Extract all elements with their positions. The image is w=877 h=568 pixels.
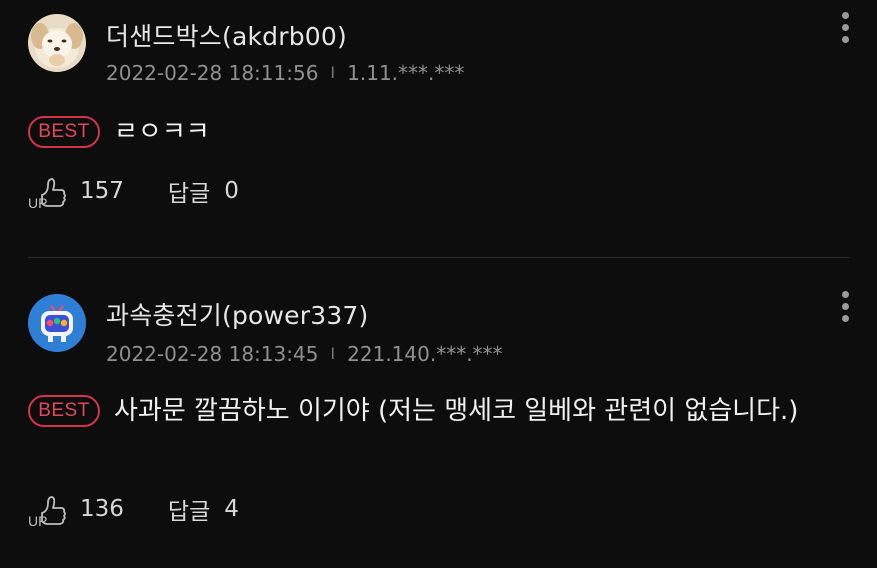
comment-item: 과속충전기(power337) 2022-02-28 18:13:45 I 221.…	[0, 259, 877, 568]
tv-character-avatar-icon	[28, 294, 86, 352]
comment-item: 더샌드박스(akdrb00) 2022-02-28 18:11:56 I 1.11.…	[0, 0, 877, 258]
upvote-button[interactable]: UP 157	[28, 173, 124, 209]
timestamp: 2022-02-28 18:13:45	[106, 342, 319, 366]
svg-text:UP: UP	[28, 195, 47, 209]
comment-text: ㄹㅇㅋㅋ	[114, 117, 210, 147]
upvote-count: 136	[80, 496, 124, 522]
meta-separator: I	[330, 344, 336, 363]
more-options-icon[interactable]	[837, 12, 853, 52]
avatar[interactable]	[28, 14, 86, 72]
comment-meta: 2022-02-28 18:13:45 I 221.140.***.***	[106, 342, 503, 366]
more-options-icon[interactable]	[837, 291, 853, 331]
comment-meta: 2022-02-28 18:11:56 I 1.11.***.***	[106, 61, 464, 85]
ip-address: 1.11.***.***	[347, 61, 465, 85]
timestamp: 2022-02-28 18:11:56	[106, 61, 319, 85]
comment-text: 사과문 깔끔하노 이기야 (저는 맹세코 일베와 관련이 없습니다.)	[114, 396, 799, 426]
reply-button[interactable]: 답글 4	[168, 492, 239, 526]
avatar[interactable]	[28, 294, 86, 352]
thumbs-up-icon: UP	[28, 178, 66, 209]
thumbs-up-icon: UP	[28, 496, 66, 527]
best-badge: BEST	[28, 116, 100, 148]
reply-label: 답글	[167, 499, 211, 525]
reply-label: 답글	[167, 181, 211, 207]
reply-count: 4	[224, 496, 239, 522]
upvote-count: 157	[80, 178, 124, 204]
meta-separator: I	[330, 63, 336, 82]
puppy-avatar-icon	[28, 14, 86, 72]
reply-count: 0	[224, 178, 239, 204]
comment-actions: UP 136 답글 4	[28, 489, 239, 529]
username[interactable]: 과속충전기(power337)	[106, 296, 369, 332]
reply-button[interactable]: 답글 0	[168, 174, 239, 208]
comment-actions: UP 157 답글 0	[28, 171, 239, 211]
upvote-button[interactable]: UP 136	[28, 491, 124, 527]
svg-text:UP: UP	[28, 513, 47, 527]
username[interactable]: 더샌드박스(akdrb00)	[106, 17, 347, 53]
ip-address: 221.140.***.***	[347, 342, 503, 366]
divider	[28, 257, 849, 258]
